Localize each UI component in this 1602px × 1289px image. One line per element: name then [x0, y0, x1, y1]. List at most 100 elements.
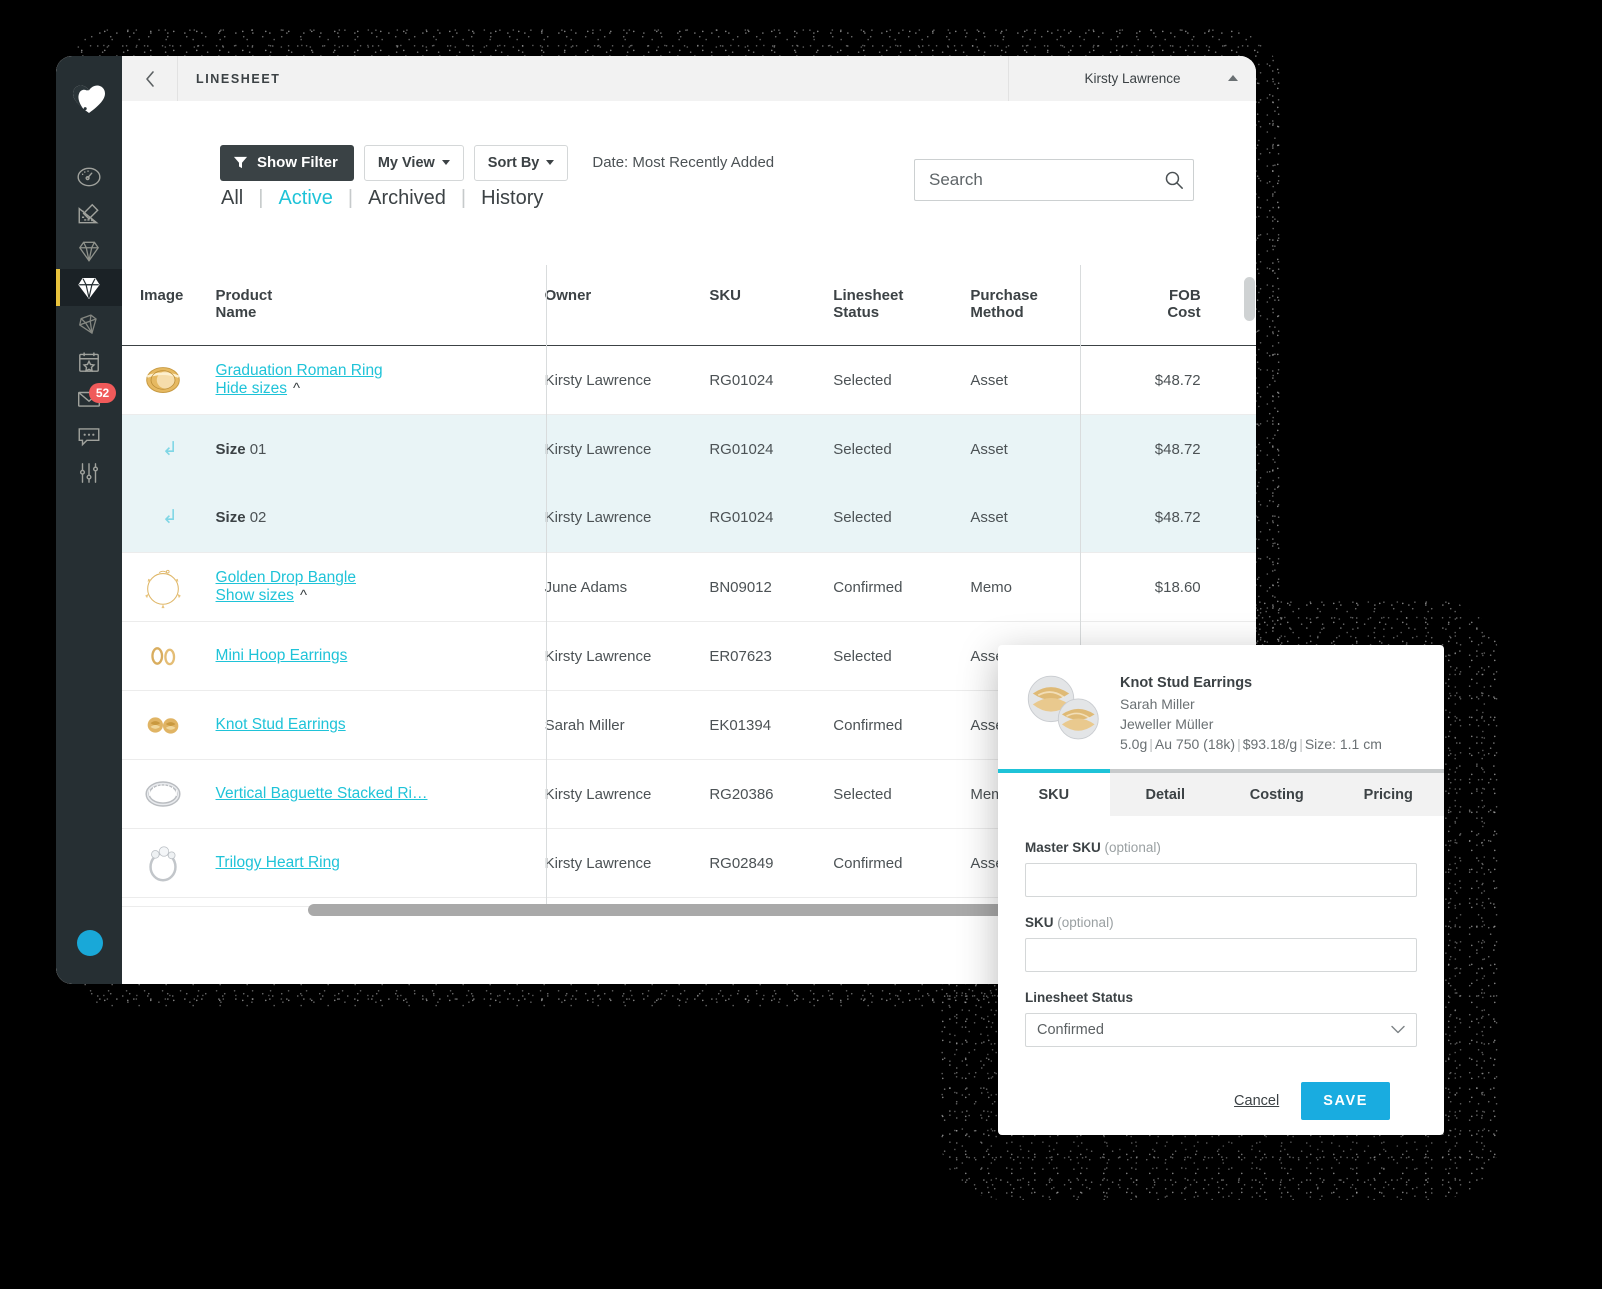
show-filter-button[interactable]: Show Filter	[220, 145, 354, 181]
cell-sku: BN09012	[709, 553, 833, 622]
search-icon[interactable]	[1164, 170, 1184, 190]
column-divider-left	[546, 265, 547, 906]
sidebar-item-gemstones[interactable]	[56, 232, 122, 269]
card-header: Knot Stud Earrings Sarah Miller Jeweller…	[998, 645, 1444, 769]
product-link[interactable]: Graduation Roman Ring	[216, 362, 383, 380]
card-tab-detail[interactable]: Detail	[1110, 769, 1222, 816]
cell-linesheet-status: Selected	[833, 346, 970, 415]
table-row-variant[interactable]: ↲ Size 01 Kirsty Lawrence RG01024 Select…	[122, 415, 1256, 484]
cell-sku: EK01394	[709, 691, 833, 760]
vertical-scrollbar[interactable]	[1244, 277, 1255, 321]
cell-linesheet-status: Confirmed	[833, 691, 970, 760]
cell-variant-arrow: ↲	[122, 415, 216, 484]
tab-active[interactable]: Active	[277, 187, 333, 210]
sidebar-item-collections[interactable]	[56, 306, 122, 343]
cell-sku: RG02849	[709, 829, 833, 898]
th-product-name[interactable]: Product Name	[216, 265, 527, 346]
messages-badge: 52	[89, 383, 116, 403]
cell-linesheet-status: Confirmed	[833, 829, 970, 898]
chevron-down-icon	[442, 160, 450, 165]
sidebar-item-comments[interactable]	[56, 417, 122, 454]
th-product-name-line1: Product	[216, 287, 273, 304]
stage: 52	[0, 0, 1602, 1289]
master-sku-input[interactable]	[1025, 863, 1417, 897]
card-actions: Cancel SAVE	[1025, 1047, 1417, 1120]
product-link[interactable]: Mini Hoop Earrings	[216, 647, 348, 665]
cell-image	[122, 346, 216, 415]
linesheet-status-select[interactable]: Confirmed	[1025, 1013, 1417, 1047]
cell-variant-arrow: ↲	[122, 484, 216, 553]
sidebar: 52	[56, 56, 122, 984]
my-view-label: My View	[378, 155, 435, 171]
tab-archived[interactable]: Archived	[367, 187, 447, 210]
tab-all[interactable]: All	[220, 187, 244, 210]
cell-duty: 2.00%	[1223, 415, 1256, 484]
tab-separator: |	[334, 187, 367, 210]
search-box[interactable]	[914, 159, 1194, 201]
chevron-up-icon[interactable]: ^	[293, 380, 300, 397]
cell-product-name: Knot Stud Earrings	[216, 691, 527, 760]
sidebar-item-linesheet[interactable]	[56, 269, 122, 306]
cell-linesheet-status: Selected	[833, 484, 970, 553]
app-logo[interactable]	[56, 70, 122, 128]
cell-sku: RG01024	[709, 484, 833, 553]
sidebar-item-dashboard[interactable]	[56, 158, 122, 195]
back-button[interactable]	[122, 56, 178, 101]
spec-weight: 5.0g	[1120, 736, 1147, 752]
th-fob-line1: FOB	[1169, 287, 1201, 304]
user-menu[interactable]: Kirsty Lawrence	[1008, 56, 1256, 101]
sidebar-item-calendar[interactable]	[56, 343, 122, 380]
table-row[interactable]: Golden Drop Bangle Show sizes^ June Adam…	[122, 553, 1256, 622]
card-tab-sku[interactable]: SKU	[998, 769, 1110, 816]
th-linesheet-status[interactable]: Linesheet Status	[833, 265, 970, 346]
sort-by-dropdown[interactable]: Sort By	[474, 145, 569, 181]
th-ls-line2: Status	[833, 304, 879, 321]
cell-linesheet-status: Selected	[833, 622, 970, 691]
sidebar-item-settings[interactable]	[56, 454, 122, 491]
product-link[interactable]: Knot Stud Earrings	[216, 716, 346, 734]
tab-separator: |	[244, 187, 277, 210]
cell-sku: RG01024	[709, 415, 833, 484]
product-link[interactable]: Golden Drop Bangle	[216, 569, 356, 587]
th-fob-cost[interactable]: FOB Cost	[1099, 265, 1223, 346]
my-view-dropdown[interactable]: My View	[364, 145, 464, 181]
th-owner[interactable]: Owner	[527, 265, 710, 346]
variant-size-label: Size	[216, 509, 246, 526]
sidebar-item-design[interactable]	[56, 195, 122, 232]
cancel-button[interactable]: Cancel	[1234, 1093, 1279, 1109]
chevron-up-icon[interactable]: ^	[300, 587, 307, 604]
table-row-variant[interactable]: ↲ Size 02 Kirsty Lawrence RG01024 Select…	[122, 484, 1256, 553]
toggle-sizes-link[interactable]: Show sizes	[216, 587, 294, 605]
th-image[interactable]: Image	[122, 265, 216, 346]
table-row[interactable]: Graduation Roman Ring Hide sizes^ Kirsty…	[122, 346, 1256, 415]
chevron-left-icon	[143, 69, 157, 89]
card-maker: Jeweller Müller	[1120, 715, 1382, 735]
th-sku[interactable]: SKU	[709, 265, 833, 346]
card-tab-costing[interactable]: Costing	[1221, 769, 1333, 816]
toggle-sizes-link[interactable]: Hide sizes	[216, 380, 288, 398]
gold-bangle-thumb	[140, 564, 186, 610]
sort-description: Date: Most Recently Added	[592, 154, 774, 171]
baguette-band-ring-thumb	[140, 771, 186, 817]
product-link[interactable]: Trilogy Heart Ring	[216, 854, 340, 872]
card-tab-pricing[interactable]: Pricing	[1333, 769, 1445, 816]
th-ls-line1: Linesheet	[833, 287, 903, 304]
tab-history[interactable]: History	[480, 187, 544, 210]
search-input[interactable]	[915, 160, 1164, 200]
spec-metal: Au 750 (18k)	[1155, 736, 1235, 752]
th-fob-line2: Cost	[1167, 304, 1200, 321]
cell-product-name: Golden Drop Bangle Show sizes ^	[216, 553, 527, 622]
product-link[interactable]: Vertical Baguette Stacked Ri…	[216, 785, 428, 803]
top-bar: LINESHEET Kirsty Lawrence	[122, 56, 1256, 101]
save-button[interactable]: SAVE	[1301, 1082, 1390, 1120]
th-product-name-line2: Name	[216, 304, 257, 321]
user-name: Kirsty Lawrence	[1084, 71, 1180, 86]
dashboard-gauge-icon	[76, 164, 102, 190]
sidebar-item-messages[interactable]: 52	[56, 380, 122, 417]
cell-linesheet-status: Selected	[833, 415, 970, 484]
user-avatar[interactable]	[77, 930, 103, 956]
cell-owner: Sarah Miller	[527, 691, 710, 760]
card-thumbnail	[1018, 665, 1104, 751]
sku-input[interactable]	[1025, 938, 1417, 972]
card-tabs: SKU Detail Costing Pricing	[998, 769, 1444, 816]
